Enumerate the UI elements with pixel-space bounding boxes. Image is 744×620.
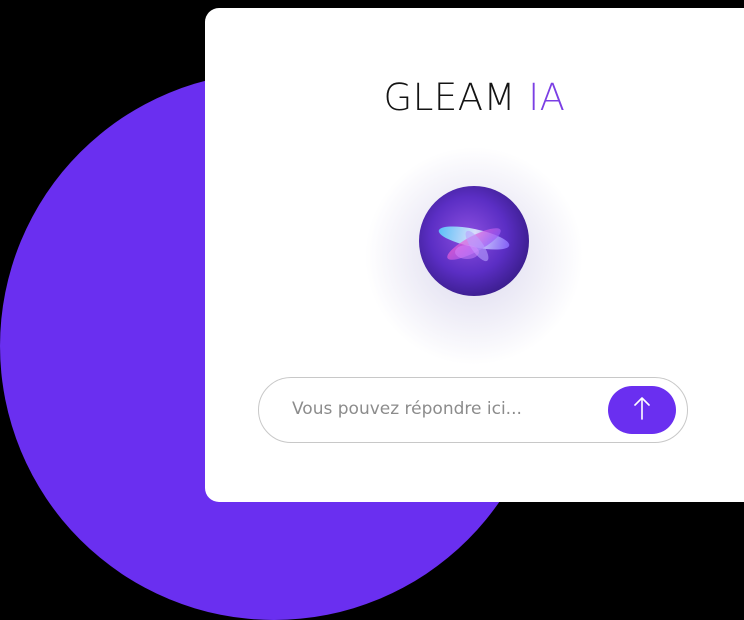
orb-icon	[419, 186, 529, 296]
arrow-up-icon	[633, 395, 651, 425]
app-title: GLEAM IA	[205, 76, 744, 119]
message-input[interactable]: Vous pouvez répondre ici...	[258, 377, 688, 443]
app-title-accent: IA	[528, 76, 566, 119]
assistant-orb	[364, 146, 584, 366]
send-button[interactable]	[608, 386, 676, 434]
assistant-card: GLEAM IA Vous pouvez répondre ici...	[205, 8, 744, 502]
message-input-placeholder: Vous pouvez répondre ici...	[292, 399, 522, 419]
app-title-main: GLEAM	[383, 76, 516, 119]
